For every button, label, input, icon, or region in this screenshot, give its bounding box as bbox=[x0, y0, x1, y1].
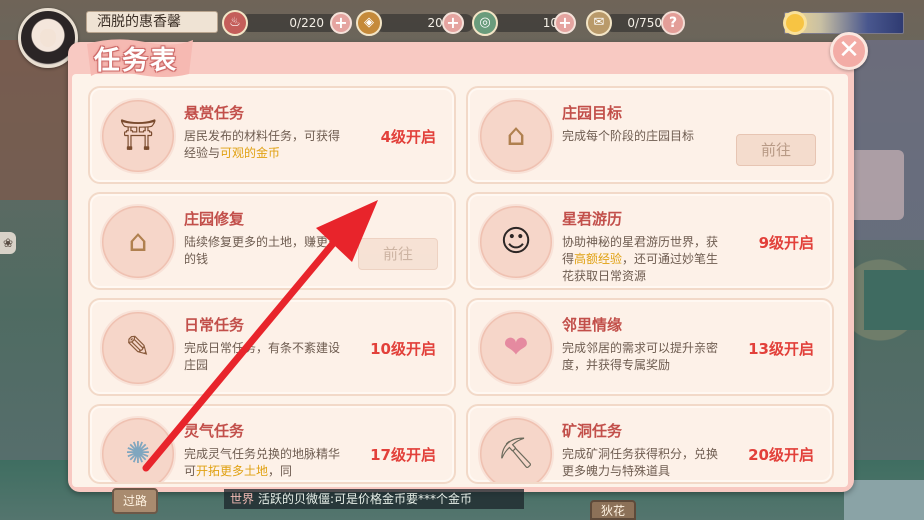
task-description: 完成矿洞任务获得积分，兑换更多魄力与特殊道具 bbox=[562, 447, 719, 478]
task-card-spirit[interactable]: ✺ 灵气任务 完成灵气任务兑换的地脉精华可开拓更多土地，同 17级开启 bbox=[88, 404, 456, 484]
task-card-manor-repair[interactable]: ⌂ 庄园修复 陆续修复更多的土地，赚更多的钱 前往 bbox=[88, 192, 456, 290]
task-name: 灵气任务 bbox=[184, 422, 245, 440]
add-coin-button[interactable]: + bbox=[442, 12, 464, 34]
resource-scroll: 0/750 ✉ bbox=[586, 10, 678, 36]
task-card-mine[interactable]: ⛏ 矿洞任务 完成矿洞任务获得积分，兑换更多魄力与特殊道具 20级开启 bbox=[466, 404, 834, 484]
task-description: 完成日常任务，有条不紊建设庄园 bbox=[184, 341, 341, 372]
task-card-manor-goal[interactable]: ⌂ 庄园目标 完成每个阶段的庄园目标 前往 bbox=[466, 86, 834, 184]
task-thumbnail: ✎ bbox=[100, 310, 176, 386]
task-thumbnail: ⛏ bbox=[478, 416, 554, 482]
bottom-sign-button-right[interactable]: 狄花 bbox=[590, 500, 636, 520]
task-card-bounty[interactable]: ⛩ 悬赏任务 居民发布的材料任务，可获得经验与可观的金币 4级开启 bbox=[88, 86, 456, 184]
task-thumbnail: ✺ bbox=[100, 416, 176, 482]
avatar-face bbox=[40, 29, 56, 47]
task-card-neighbors[interactable]: ❤ 邻里情缘 完成邻居的需求可以提升亲密度，并获得专属奖励 13级开启 bbox=[466, 298, 834, 396]
chat-channel: 世界 bbox=[230, 492, 255, 506]
manor-house-icon: ⌂ bbox=[506, 118, 526, 153]
task-name: 日常任务 bbox=[184, 316, 245, 334]
task-description: 协助神秘的星君游历世界，获得高额经验，还可通过妙笔生花获取日常资源 bbox=[562, 234, 727, 285]
daily-scroll-icon: ✎ bbox=[125, 330, 151, 365]
task-thumbnail: ⌂ bbox=[100, 204, 176, 280]
task-thumbnail: ⛩ bbox=[100, 98, 176, 174]
task-card-star-lord-travel[interactable]: ☺ 星君游历 协助神秘的星君游历世界，获得高额经验，还可通过妙笔生花获取日常资源… bbox=[466, 192, 834, 290]
task-thumbnail: ❤ bbox=[478, 310, 554, 386]
unlock-level-label: 10级开启 bbox=[370, 340, 436, 358]
task-description: 陆续修复更多的土地，赚更多的钱 bbox=[184, 235, 341, 266]
task-desc-highlight: 高额经验 bbox=[574, 252, 623, 266]
jade-icon: ◎ bbox=[472, 10, 498, 36]
task-thumbnail: ⌂ bbox=[478, 98, 554, 174]
task-name: 庄园修复 bbox=[184, 210, 245, 228]
sun-icon bbox=[786, 14, 804, 32]
task-card-daily[interactable]: ✎ 日常任务 完成日常任务，有条不紊建设庄园 10级开启 bbox=[88, 298, 456, 396]
resource-meat: 0/220 ♨ + bbox=[222, 10, 352, 36]
unlock-level-label: 9级开启 bbox=[758, 234, 814, 252]
wooden-deck bbox=[844, 480, 924, 520]
star-lord-portrait-icon: ☺ bbox=[500, 224, 532, 259]
task-name: 星君游历 bbox=[562, 210, 623, 228]
meat-icon: ♨ bbox=[222, 10, 248, 36]
go-button[interactable]: 前往 bbox=[358, 238, 438, 270]
player-name: 洒脱的惠香馨 bbox=[86, 11, 218, 33]
unlock-level-label: 13级开启 bbox=[748, 340, 814, 358]
coin-icon: ◈ bbox=[356, 10, 382, 36]
side-menu-tab-icon[interactable]: ❀ bbox=[0, 232, 16, 254]
task-description: 完成邻居的需求可以提升亲密度，并获得专属奖励 bbox=[562, 341, 719, 372]
add-jade-button[interactable]: + bbox=[554, 12, 576, 34]
chat-message: 活跃的贝微僵:可是价格金币要***个金币 bbox=[258, 492, 473, 506]
resource-meat-value: 0/220 bbox=[240, 14, 340, 32]
task-desc-highlight: 开拓更多土地 bbox=[196, 464, 269, 478]
task-name: 庄园目标 bbox=[562, 104, 623, 122]
task-description: 居民发布的材料任务，可获得经验与可观的金币 bbox=[184, 128, 344, 162]
garden-bench bbox=[864, 270, 924, 330]
close-button[interactable]: ✕ bbox=[830, 32, 868, 70]
help-button[interactable]: ? bbox=[661, 11, 685, 35]
resource-jade: 10 ◎ + bbox=[472, 10, 582, 36]
panel-title: 任务表 bbox=[94, 46, 179, 76]
task-thumbnail: ☺ bbox=[478, 204, 554, 280]
mine-cave-icon: ⛏ bbox=[496, 436, 536, 471]
go-button[interactable]: 前往 bbox=[736, 134, 816, 166]
add-meat-button[interactable]: + bbox=[330, 12, 352, 34]
bottom-sign-button[interactable]: 过路 bbox=[112, 488, 158, 514]
task-desc-text-end: ，同 bbox=[268, 464, 293, 478]
world-chat-bar[interactable]: 世界 活跃的贝微僵:可是价格金币要***个金币 bbox=[224, 489, 524, 509]
unlock-level-label: 4级开启 bbox=[380, 128, 436, 146]
spirit-swirl-icon: ✺ bbox=[125, 436, 151, 471]
task-description: 完成灵气任务兑换的地脉精华可开拓更多土地，同 bbox=[184, 446, 344, 480]
unlock-level-label: 17级开启 bbox=[370, 446, 436, 464]
task-desc-highlight: 可观的金币 bbox=[220, 146, 281, 160]
task-name: 矿洞任务 bbox=[562, 422, 623, 440]
resource-coin: 2000 ◈ + bbox=[356, 10, 486, 36]
scroll-icon: ✉ bbox=[586, 10, 612, 36]
task-name: 悬赏任务 bbox=[184, 104, 245, 122]
repair-house-icon: ⌂ bbox=[128, 224, 148, 259]
task-description: 完成每个阶段的庄园目标 bbox=[562, 129, 695, 143]
task-name: 邻里情缘 bbox=[562, 316, 623, 334]
neighbors-icon: ❤ bbox=[503, 330, 529, 365]
unlock-level-label: 20级开启 bbox=[748, 446, 814, 464]
bounty-board-icon: ⛩ bbox=[118, 118, 158, 153]
